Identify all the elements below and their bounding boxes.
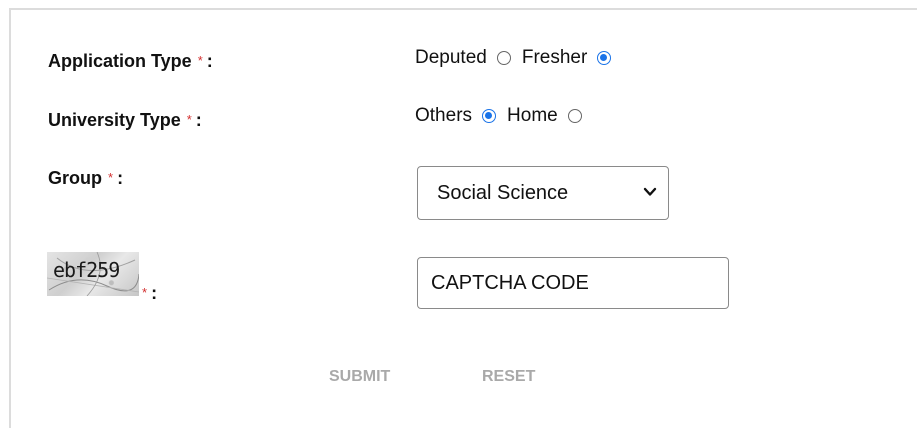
group-label: Group *: xyxy=(48,168,123,189)
chevron-down-icon xyxy=(643,187,657,196)
application-type-label-text: Application Type xyxy=(48,51,192,71)
label-colon: : xyxy=(195,110,202,130)
required-mark: * xyxy=(142,285,148,300)
required-mark: * xyxy=(186,112,192,127)
university-type-label-text: University Type xyxy=(48,110,181,130)
group-label-text: Group xyxy=(48,168,102,188)
group-select[interactable]: Social Science xyxy=(417,166,669,220)
submit-button[interactable]: SUBMIT xyxy=(329,368,390,386)
captcha-image: ebf259 xyxy=(47,252,139,296)
radio-label-fresher: Fresher xyxy=(521,47,588,68)
radio-label-others: Others xyxy=(415,105,473,126)
label-colon: : xyxy=(206,51,213,71)
captcha-label-suffix: *: xyxy=(142,283,157,304)
radio-home[interactable] xyxy=(567,109,582,123)
label-colon: : xyxy=(151,283,158,303)
group-select-value: Social Science xyxy=(437,181,569,204)
radio-fresher[interactable] xyxy=(597,51,612,65)
application-type-radio-group: Deputed Fresher xyxy=(415,47,622,69)
university-type-label: University Type *: xyxy=(48,110,202,131)
radio-label-home: Home xyxy=(507,105,558,126)
reset-button[interactable]: RESET xyxy=(482,368,535,386)
application-type-label: Application Type *: xyxy=(48,51,213,72)
radio-deputed[interactable] xyxy=(496,51,511,65)
required-mark: * xyxy=(197,53,203,68)
captcha-text: ebf259 xyxy=(53,258,120,282)
university-type-radio-group: Others Home xyxy=(415,105,593,127)
required-mark: * xyxy=(108,170,114,185)
label-colon: : xyxy=(117,168,124,188)
radio-others[interactable] xyxy=(482,109,497,123)
radio-label-deputed: Deputed xyxy=(415,47,487,68)
captcha-input[interactable] xyxy=(417,257,729,309)
